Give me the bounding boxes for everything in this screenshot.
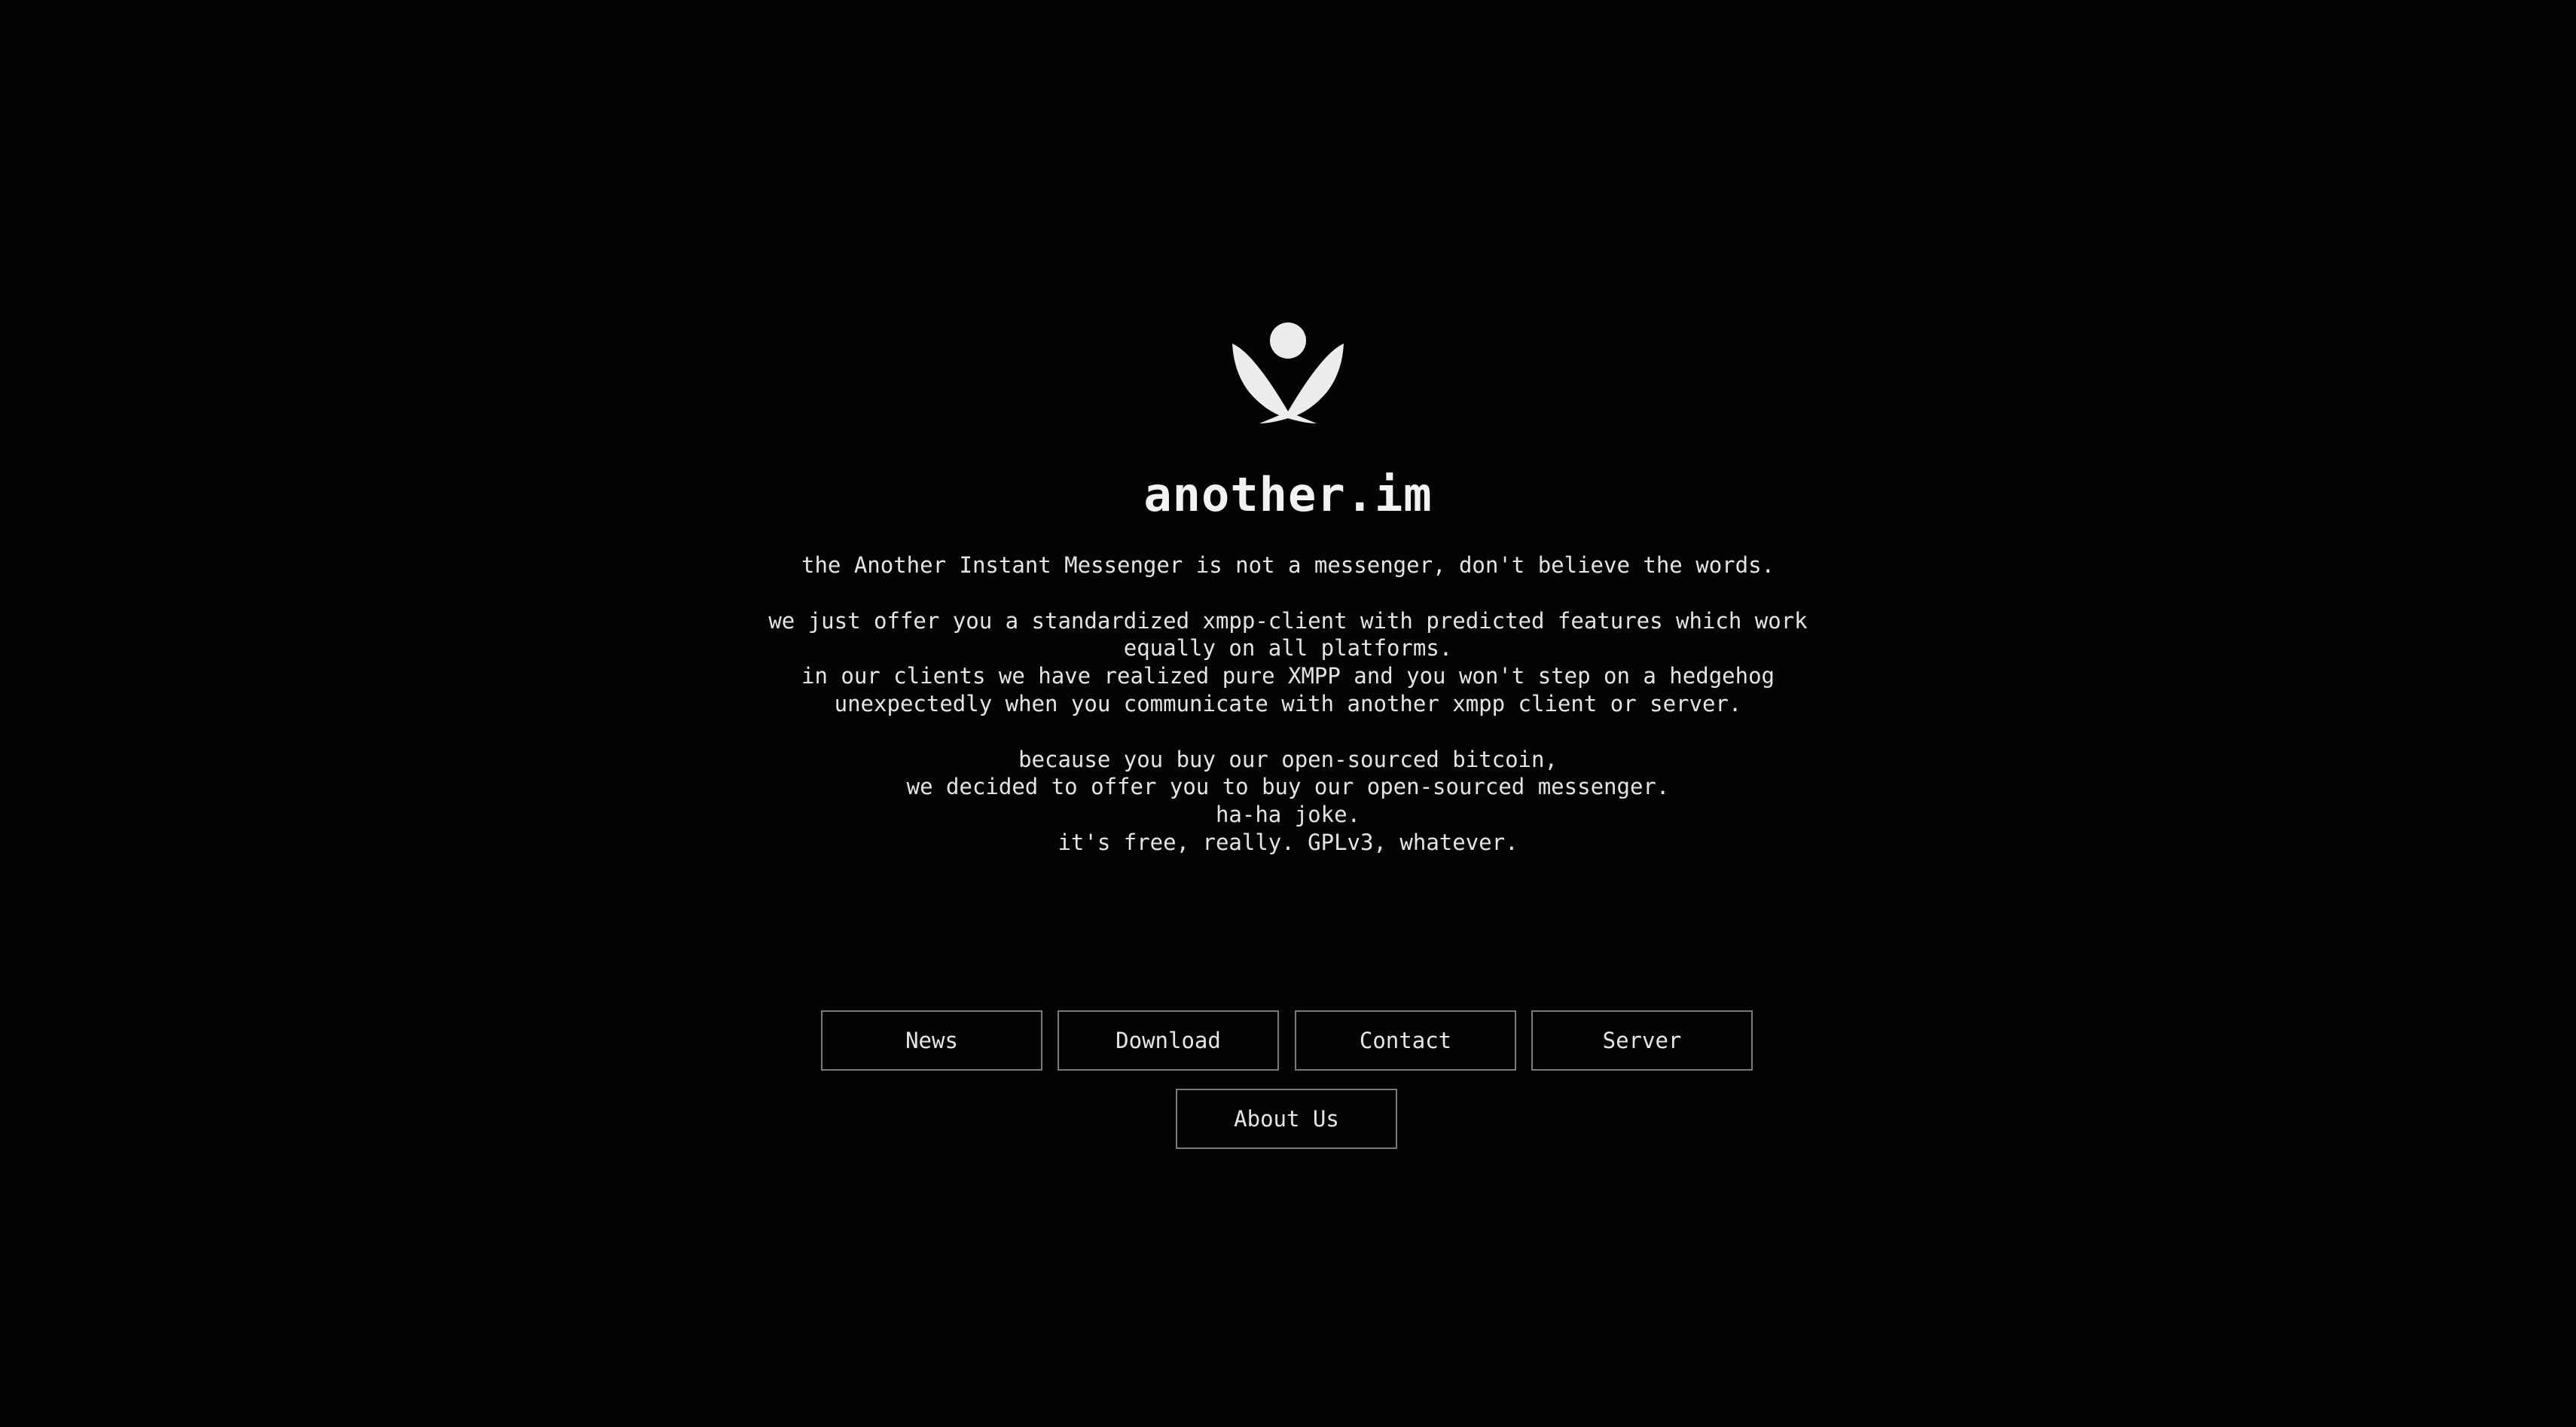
download-button[interactable]: Download [1058,1010,1279,1071]
description-line: we just offer you a standardized xmpp-cl… [768,607,1808,634]
another-im-logo-icon [1232,322,1344,423]
description-paragraph: because you buy our open-sourced bitcoin… [723,746,1853,857]
news-button[interactable]: News [821,1010,1042,1071]
description-line: because you buy our open-sourced bitcoin… [1018,746,1558,772]
description-paragraph: the Another Instant Messenger is not a m… [723,552,1853,579]
contact-button[interactable]: Contact [1295,1010,1516,1071]
description-line: we decided to offer you to buy our open-… [906,774,1670,800]
server-button[interactable]: Server [1531,1010,1753,1071]
description-line: it's free, really. GPLv3, whatever. [1058,829,1518,855]
site-title: another.im [1143,467,1433,522]
description-tagline: the Another Instant Messenger is not a m… [801,552,1775,578]
description-line: ha-ha joke. [1215,802,1361,828]
description-line: in our clients we have realized pure XMP… [801,663,1775,689]
description-paragraph: we just offer you a standardized xmpp-cl… [723,607,1853,718]
description-line: equally on all platforms. [1123,635,1453,662]
description-line: unexpectedly when you communicate with a… [834,690,1742,717]
site-description: the Another Instant Messenger is not a m… [723,552,1853,857]
about-us-button[interactable]: About Us [1176,1089,1397,1149]
